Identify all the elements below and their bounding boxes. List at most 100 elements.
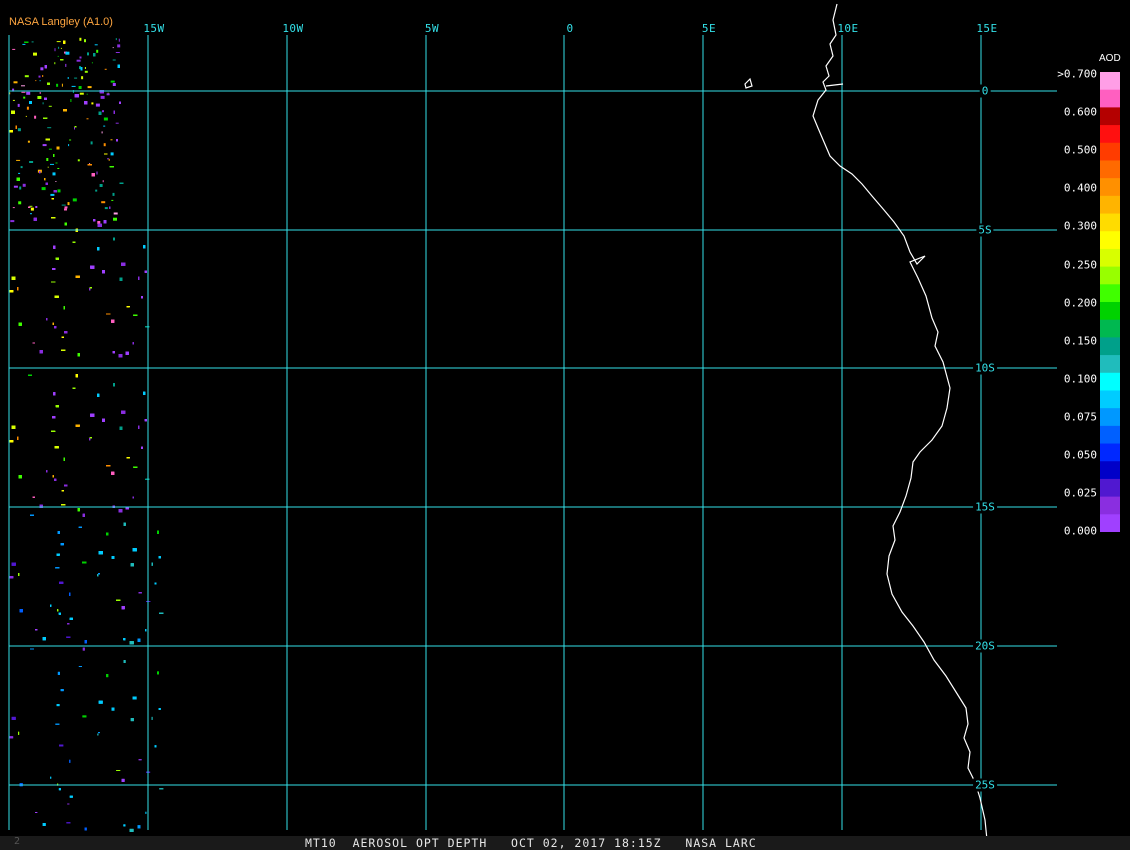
aod-pixel [82, 647, 85, 651]
legend-swatch [1100, 514, 1120, 532]
aod-pixel [57, 531, 60, 534]
aod-pixel [56, 704, 60, 707]
aod-pixel [113, 217, 117, 221]
legend-tick-label: 0.500 [1063, 143, 1097, 157]
aod-pixel [12, 48, 16, 50]
aod-pixel [30, 648, 34, 650]
aod-pixel [69, 617, 73, 620]
aod-pixel [111, 707, 115, 711]
aod-pixel [138, 425, 140, 429]
aod-pixel [9, 130, 13, 133]
aod-pixel [21, 85, 25, 87]
aod-pixel [54, 48, 56, 52]
legend-swatch [1100, 425, 1120, 445]
aod-pixel [117, 44, 121, 48]
aod-pixel [32, 496, 35, 498]
aod-pixel [69, 592, 71, 596]
aod-pixel [145, 326, 150, 328]
aod-pixel [11, 425, 16, 429]
aod-pixel [77, 508, 80, 512]
aod-pixel [56, 83, 59, 87]
legend-swatch [1100, 337, 1120, 356]
aod-pixel [61, 204, 66, 206]
aod-pixel [98, 573, 100, 575]
aod-pixel [57, 671, 60, 675]
aod-pixel [18, 322, 22, 326]
aod-pixel [12, 99, 15, 101]
aod-pixel [138, 759, 142, 761]
aod-pixel [144, 419, 147, 422]
aod-pixel [46, 470, 48, 473]
legend-tick-label: 0.100 [1063, 372, 1097, 386]
legend-swatch [1100, 178, 1120, 197]
aod-pixel [53, 392, 56, 396]
aod-pixel [28, 206, 31, 208]
aod-pixel [97, 221, 101, 224]
aod-pixel [44, 178, 46, 181]
aod-pixel [9, 440, 14, 443]
aod-pixel [121, 778, 125, 782]
aod-pixel [54, 446, 59, 449]
aod-pixel [111, 319, 115, 323]
aod-pixel [119, 426, 123, 430]
aod-pixel [42, 637, 46, 641]
aod-pixel [143, 391, 146, 395]
aod-pixel [60, 543, 64, 546]
aod-pixel [112, 192, 115, 196]
aod-pixel [111, 199, 114, 201]
aod-pixel [55, 723, 60, 725]
footer-caption: MT10 AEROSOL OPT DEPTH OCT 02, 2017 18:1… [305, 836, 757, 850]
aod-pixel [26, 91, 31, 95]
aod-pixel [123, 638, 126, 641]
latitude-label: 10S [973, 361, 997, 375]
aod-pixel [157, 530, 159, 534]
aod-pixel [108, 158, 110, 161]
aod-pixel [126, 457, 130, 459]
aod-pixel [39, 350, 43, 354]
aod-pixel [56, 41, 61, 43]
aod-pixel [55, 405, 59, 408]
aod-pixel [32, 342, 35, 344]
aod-pixel [24, 75, 29, 78]
aod-pixel [51, 198, 54, 200]
aod-pixel [75, 374, 78, 378]
aod-pixel [72, 198, 77, 202]
legend-swatch [1100, 72, 1120, 91]
aod-pixel [18, 731, 20, 735]
aod-pixel [115, 122, 119, 124]
aod-pixel [84, 70, 88, 73]
aod-pixel [55, 257, 59, 260]
aod-pixel [158, 708, 161, 710]
legend-swatch [1100, 142, 1120, 161]
coastline [812, 3, 989, 850]
aod-pixel [72, 387, 76, 389]
aod-pixel [21, 91, 26, 93]
aod-pixel [101, 201, 106, 204]
aod-pixel [33, 52, 37, 56]
aod-pixel [113, 237, 115, 241]
aod-pixel [41, 187, 46, 191]
aod-pixel [17, 287, 19, 291]
aod-pixel [64, 222, 67, 226]
aod-pixel [42, 102, 44, 105]
aod-pixel [17, 103, 20, 107]
aod-pixel [119, 277, 123, 281]
aod-pixel [45, 138, 50, 141]
aod-pixel [51, 281, 56, 283]
aod-pixel [46, 318, 48, 321]
legend-swatch [1100, 248, 1120, 268]
aod-pixel [35, 812, 38, 813]
aod-pixel [109, 166, 114, 168]
aod-pixel [52, 322, 54, 325]
aod-pixel [101, 131, 103, 134]
aod-pixel [143, 245, 146, 249]
aod-pixel [154, 582, 157, 585]
aod-pixel [39, 80, 41, 82]
aod-pixel [118, 38, 120, 42]
aod-pixel [65, 51, 70, 55]
aod-pixel [89, 438, 91, 441]
aod-pixel [116, 770, 121, 771]
aod-pixel [50, 776, 52, 779]
aod-pixel [54, 478, 57, 481]
aod-pixel [17, 436, 19, 440]
